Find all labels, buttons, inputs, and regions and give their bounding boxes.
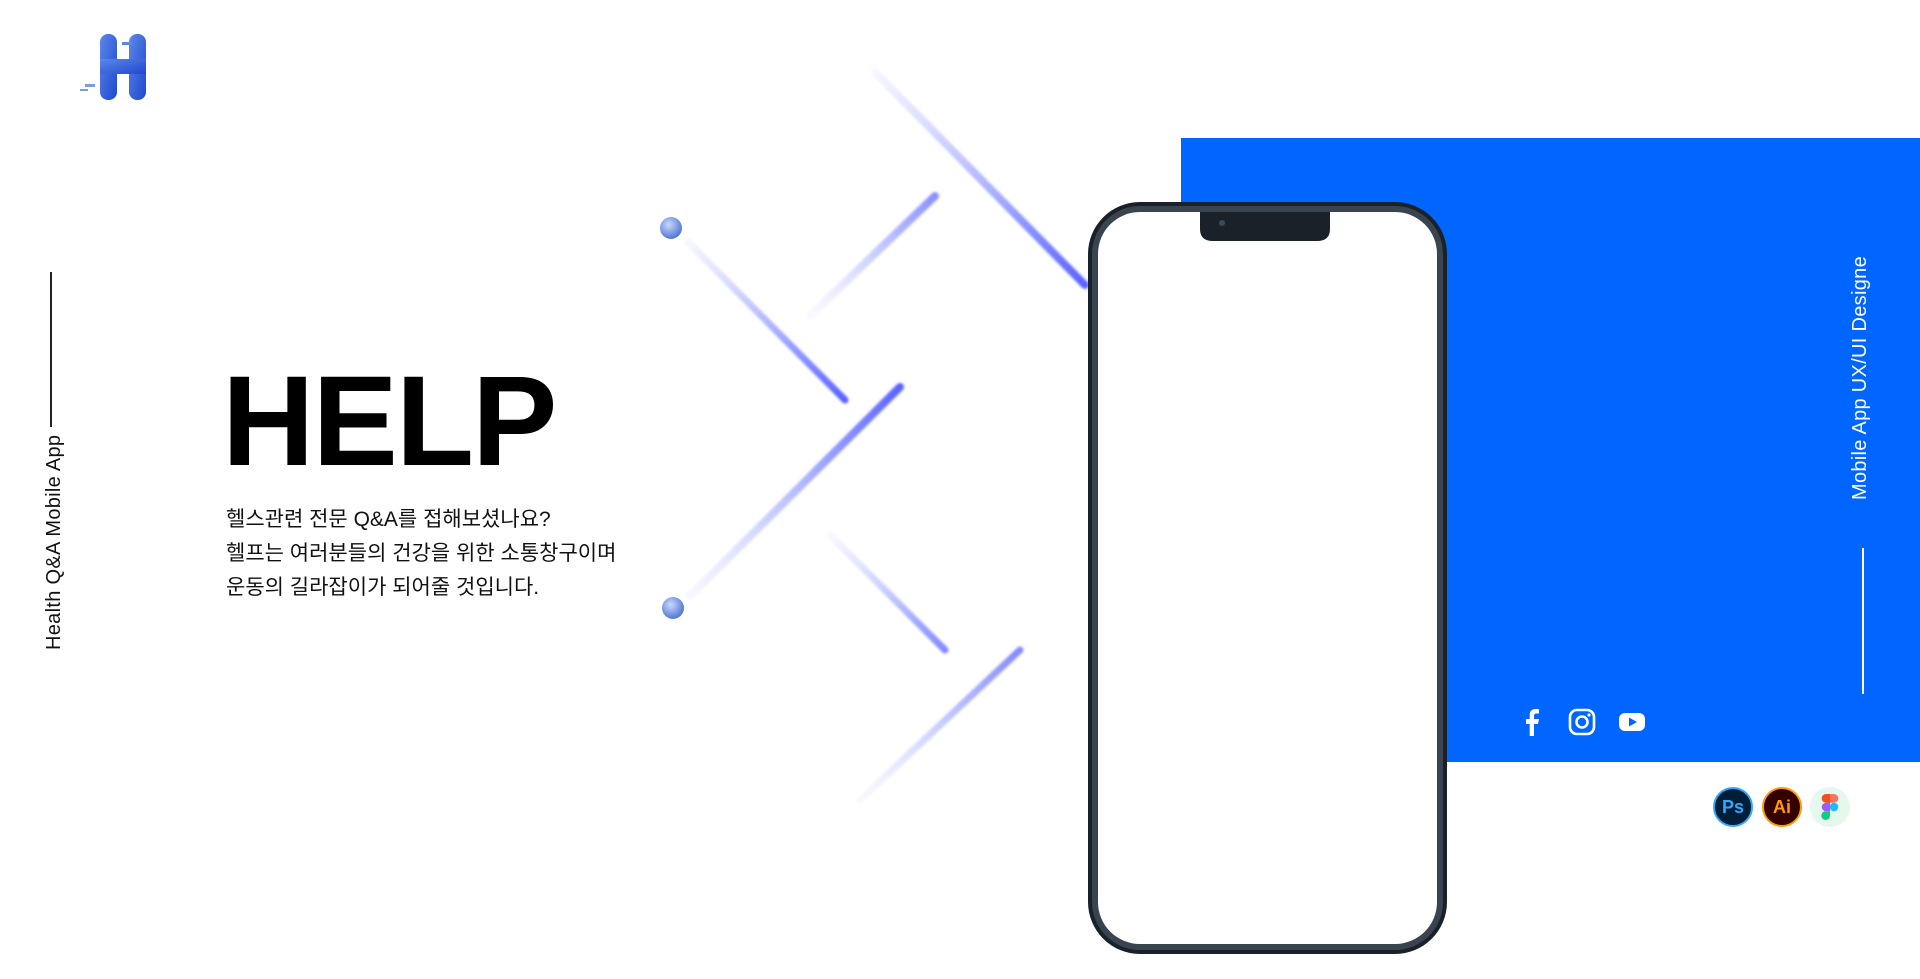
facebook-icon[interactable] (1517, 707, 1547, 737)
photoshop-icon: Ps (1713, 787, 1753, 827)
illustrator-icon: Ai (1762, 787, 1802, 827)
decorative-chevrons (660, 68, 1089, 804)
illustrator-label: Ai (1773, 796, 1791, 817)
instagram-icon[interactable] (1567, 707, 1597, 737)
hero-description-line: 헬프는 여러분들의 건강을 위한 소통창구이며 (226, 542, 617, 565)
hero-title: HELP (222, 350, 557, 493)
phone-mockup (1088, 202, 1447, 954)
photoshop-label: Ps (1721, 796, 1745, 817)
youtube-icon[interactable] (1617, 707, 1647, 737)
hero-description-line: 운동의 길라잡이가 되어줄 것입니다. (226, 576, 540, 599)
left-divider-line (50, 272, 52, 427)
project-caption: Health Q&A Mobile App (43, 434, 65, 650)
project-type-caption: Mobile App UX/UI Designe (1849, 256, 1871, 500)
hero-description-line: 헬스관련 전문 Q&A를 접해보셨나요? (226, 508, 551, 531)
figma-icon (1810, 787, 1850, 827)
h-logo-icon[interactable] (80, 34, 156, 102)
hero-description: 헬스관련 전문 Q&A를 접해보셨나요? 헬프는 여러분들의 건강을 위한 소통… (226, 503, 646, 605)
right-divider-line (1862, 548, 1864, 694)
